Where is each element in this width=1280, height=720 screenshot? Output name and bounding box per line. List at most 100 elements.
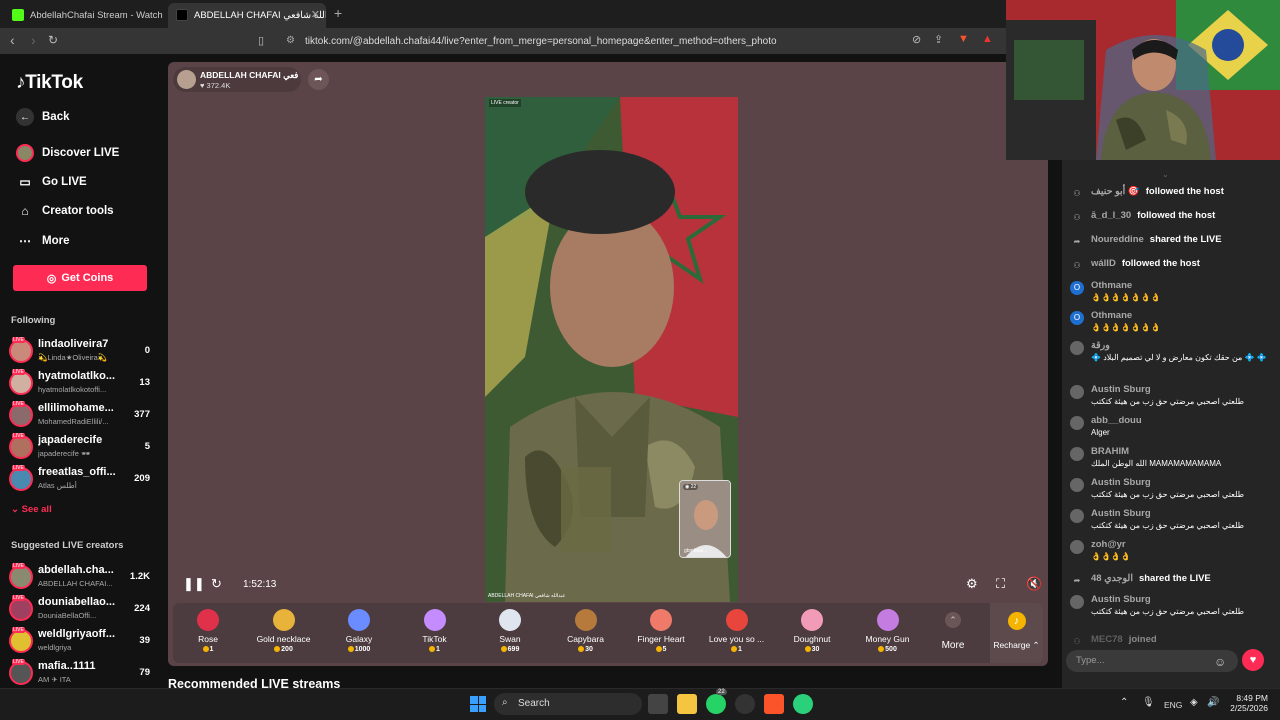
chat-username[interactable]: ā_d_l_30 followed the host (1091, 210, 1215, 221)
tiktok-favicon-icon (176, 9, 188, 21)
avatar: LIVE (9, 433, 33, 459)
sidebar-item-discover-live[interactable]: Discover LIVE (16, 142, 119, 164)
chatgpt-icon[interactable] (793, 694, 813, 714)
chat-username[interactable]: 48 الوجدي shared the LIVE (1091, 573, 1211, 584)
share-icon[interactable]: ⇪ (934, 33, 943, 46)
bookmark-icon[interactable]: ▯ (258, 34, 264, 47)
settings-icon[interactable]: ⚙ (966, 576, 978, 592)
chat-username[interactable]: Austin Sburg (1091, 508, 1151, 519)
chat-input[interactable]: Type... (1066, 650, 1238, 672)
get-coins-button[interactable]: ◎ Get Coins (13, 265, 147, 291)
system-clock[interactable]: 8:49 PM 2/25/2026 (1226, 693, 1268, 713)
chat-username[interactable]: BRAHIM (1091, 446, 1129, 457)
chat-username[interactable]: Othmane (1091, 310, 1132, 321)
chevron-down-icon[interactable]: ⌄ (1162, 170, 1169, 179)
user-follow-icon: ⚇ (1073, 637, 1081, 646)
brave-rewards-icon[interactable]: ▲ (982, 33, 993, 45)
chat-username[interactable]: أبو حنيف 🎯 followed the host (1091, 186, 1224, 197)
gift-price-value: 1 (738, 646, 742, 653)
pause-icon[interactable]: ❚❚ (183, 576, 205, 592)
brave-browser-icon[interactable] (764, 694, 784, 714)
sidebar-item-back[interactable]: ← Back (16, 106, 70, 128)
chat-username[interactable]: zoh@yr (1091, 539, 1126, 550)
following-item[interactable]: LIVE ellilimohame... MohamedRadiEllili/.… (9, 400, 159, 430)
gift-item[interactable]: Love you so ... 1 (703, 607, 771, 663)
suggested-item[interactable]: LIVE abdellah.cha... ABDELLAH CHAFAI... … (9, 562, 159, 592)
task-view-icon[interactable] (648, 694, 668, 714)
network-icon[interactable]: ◈ (1190, 697, 1198, 708)
recharge-button[interactable]: ♪ Recharge ⌃ (990, 603, 1043, 663)
chat-username[interactable]: Austin Sburg (1091, 594, 1151, 605)
host-avatar (177, 70, 196, 89)
gift-item[interactable]: Capybara 30 (552, 607, 620, 663)
chat-username[interactable]: wálID followed the host (1091, 258, 1200, 269)
gift-icon (800, 609, 824, 631)
suggested-item[interactable]: LIVE weldlgriyaoff... weldlgriya 39 (9, 626, 159, 656)
close-tab-icon[interactable]: ✕ (311, 8, 320, 21)
language-indicator[interactable]: ENG (1164, 700, 1182, 710)
see-all-link[interactable]: ⌄ See all (11, 504, 52, 515)
windows-start-icon[interactable] (470, 696, 486, 712)
gift-item[interactable]: Doughnut 30 (778, 607, 846, 663)
file-explorer-icon[interactable] (677, 694, 697, 714)
following-item[interactable]: LIVE hyatmolatlko... hyatmolatlkokotoffi… (9, 368, 159, 398)
more-gifts-button[interactable]: ⌃ More (932, 612, 974, 658)
brave-shield-icon[interactable]: ▼ (958, 33, 969, 45)
gift-item[interactable]: Money Gun 500 (854, 607, 922, 663)
chat-username-text: Othmane (1091, 280, 1133, 291)
like-button[interactable]: ♥ (1242, 649, 1264, 671)
replay-icon[interactable]: ↻ (211, 576, 222, 592)
settings-app-icon[interactable] (735, 694, 755, 714)
guest-video-pip[interactable]: ◉ 22 gbmbaal... (679, 480, 731, 558)
chat-username[interactable]: ورقة (1091, 340, 1110, 351)
creator-name: hyatmolatlko... (38, 370, 116, 382)
suggested-item[interactable]: LIVE mafia..1111 AM ✈ ITA 79 (9, 658, 159, 688)
tray-overflow-icon[interactable]: ⌃ (1120, 697, 1128, 708)
browser-tab-active[interactable]: ABDELLAH CHAFAI عبدالله شافعي ✕ (168, 3, 326, 28)
whatsapp-icon[interactable]: 22 (706, 689, 727, 714)
mute-tab-icon[interactable]: ⊘ (912, 33, 921, 46)
sidebar-item-go-live[interactable]: ▭ Go LIVE (16, 171, 86, 193)
microphone-icon[interactable]: 🎙 (1142, 697, 1155, 708)
forward-icon[interactable]: › (31, 32, 36, 48)
chat-username[interactable]: Noureddine shared the LIVE (1091, 234, 1222, 245)
coin-icon (429, 646, 436, 653)
following-item[interactable]: LIVE japaderecife japaderecife 🕶 5 (9, 432, 159, 462)
sidebar-item-more[interactable]: ⋯ More (16, 230, 69, 252)
chat-username[interactable]: MEC78 joined (1091, 634, 1157, 645)
see-all-label: See all (21, 504, 52, 515)
chat-username[interactable]: Austin Sburg (1091, 384, 1151, 395)
address-bar[interactable]: ⚙ tiktok.com/@abdellah.chafai44/live?ent… (278, 30, 838, 52)
new-tab-icon[interactable]: + (334, 5, 342, 21)
volume-icon[interactable]: 🔊 (1207, 697, 1219, 708)
gift-item[interactable]: Finger Heart 5 (627, 607, 695, 663)
creator-subtitle: DouniaBellaOffi... (38, 611, 97, 620)
webcam-image (1006, 0, 1280, 160)
fullscreen-icon[interactable]: ⛶ (996, 576, 1005, 592)
gift-item[interactable]: Gold necklace 200 (250, 607, 318, 663)
user-avatar (1070, 540, 1084, 554)
gift-item[interactable]: Rose 1 (174, 607, 242, 663)
coin-icon: ♪ (1007, 612, 1026, 630)
mute-icon[interactable]: 🔇 (1026, 576, 1042, 592)
share-button[interactable]: ➦ (308, 69, 329, 90)
suggested-item[interactable]: LIVE douniabellao... DouniaBellaOffi... … (9, 594, 159, 624)
chat-username-text: Austin Sburg (1091, 384, 1151, 395)
chat-username[interactable]: Othmane (1091, 280, 1132, 291)
following-item[interactable]: LIVE lindaoliveira7 💫Linda★Oliveira💫 0 (9, 336, 159, 366)
site-info-icon[interactable]: ⚙ (286, 35, 295, 46)
sidebar-item-creator-tools[interactable]: ⌂ Creator tools (16, 200, 113, 222)
chat-username[interactable]: abb__douu (1091, 415, 1142, 426)
chat-username[interactable]: Austin Sburg (1091, 477, 1151, 488)
gift-item[interactable]: TikTok 1 (401, 607, 469, 663)
gift-item[interactable]: Galaxy 1000 (325, 607, 393, 663)
taskbar-search[interactable]: ⌕ Search (494, 693, 642, 715)
emoji-icon[interactable]: ☺ (1214, 655, 1226, 669)
browser-tab[interactable]: AbdellahChafai Stream - Watch Live o (4, 3, 166, 28)
host-info[interactable]: ABDELLAH CHAFAI عبدالله شافعي ♥ 372.4K (173, 67, 301, 92)
gift-item[interactable]: Swan 699 (476, 607, 544, 663)
following-item[interactable]: LIVE freeatlas_offi... Atlas أطلس 209 (9, 464, 159, 494)
back-icon[interactable]: ‹ (10, 32, 15, 48)
tiktok-logo[interactable]: ♪TikTok (16, 72, 83, 94)
reload-icon[interactable]: ↻ (48, 33, 58, 47)
